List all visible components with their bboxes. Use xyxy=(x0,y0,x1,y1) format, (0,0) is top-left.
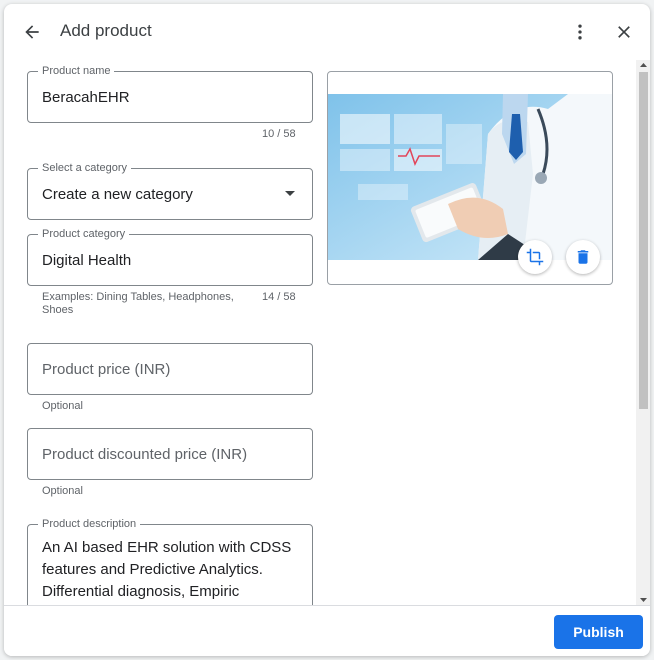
category-select[interactable]: Select a category Create a new category xyxy=(27,161,313,220)
product-name-value: BeracahEHR xyxy=(42,89,130,106)
dialog-header: Add product xyxy=(4,4,650,60)
add-product-dialog: Add product Product name BeracahEHR 10 /… xyxy=(4,4,650,656)
back-button[interactable] xyxy=(16,16,48,48)
discounted-price-field[interactable]: Product discounted price (INR) xyxy=(27,428,313,480)
dialog-footer: Publish xyxy=(4,605,650,656)
discounted-price-placeholder: Product discounted price (INR) xyxy=(42,446,248,463)
product-description-value: An AI based EHR solution with CDSS featu… xyxy=(42,539,292,600)
more-vert-icon xyxy=(578,24,582,40)
product-category-field[interactable]: Product category Digital Health xyxy=(27,227,313,286)
dropdown-arrow-icon xyxy=(285,191,295,196)
product-category-counter: 14 / 58 xyxy=(262,291,296,303)
product-name-label: Product name xyxy=(38,64,115,78)
close-icon xyxy=(618,26,630,38)
product-category-hint: Examples: Dining Tables, Headphones, Sho… xyxy=(42,291,234,316)
product-category-value: Digital Health xyxy=(42,252,132,269)
product-image xyxy=(328,94,612,260)
arrow-back-icon xyxy=(25,25,39,39)
product-price-placeholder: Product price (INR) xyxy=(42,361,171,378)
product-description-label: Product description xyxy=(38,517,141,531)
dialog-title: Add product xyxy=(60,21,152,40)
category-select-value: Create a new category xyxy=(42,186,193,203)
scroll-down-icon xyxy=(640,598,647,602)
discounted-price-hint: Optional xyxy=(42,485,83,497)
product-category-label: Product category xyxy=(38,227,130,241)
more-options-button[interactable] xyxy=(564,16,596,48)
product-name-counter: 10 / 58 xyxy=(262,128,296,140)
scrollbar[interactable] xyxy=(636,60,650,606)
scroll-up-icon xyxy=(640,63,647,67)
close-button[interactable] xyxy=(608,16,640,48)
category-select-label: Select a category xyxy=(38,161,131,175)
delete-image-button[interactable] xyxy=(566,240,600,274)
crop-image-button[interactable] xyxy=(518,240,552,274)
product-name-field[interactable]: Product name BeracahEHR xyxy=(27,64,313,123)
scrollbar-thumb[interactable] xyxy=(639,72,648,409)
product-price-field[interactable]: Product price (INR) xyxy=(27,343,313,395)
crop-icon xyxy=(526,248,544,266)
product-price-hint: Optional xyxy=(42,400,83,412)
delete-icon xyxy=(577,250,589,264)
product-image-container xyxy=(327,71,613,285)
publish-button[interactable]: Publish xyxy=(554,615,643,649)
